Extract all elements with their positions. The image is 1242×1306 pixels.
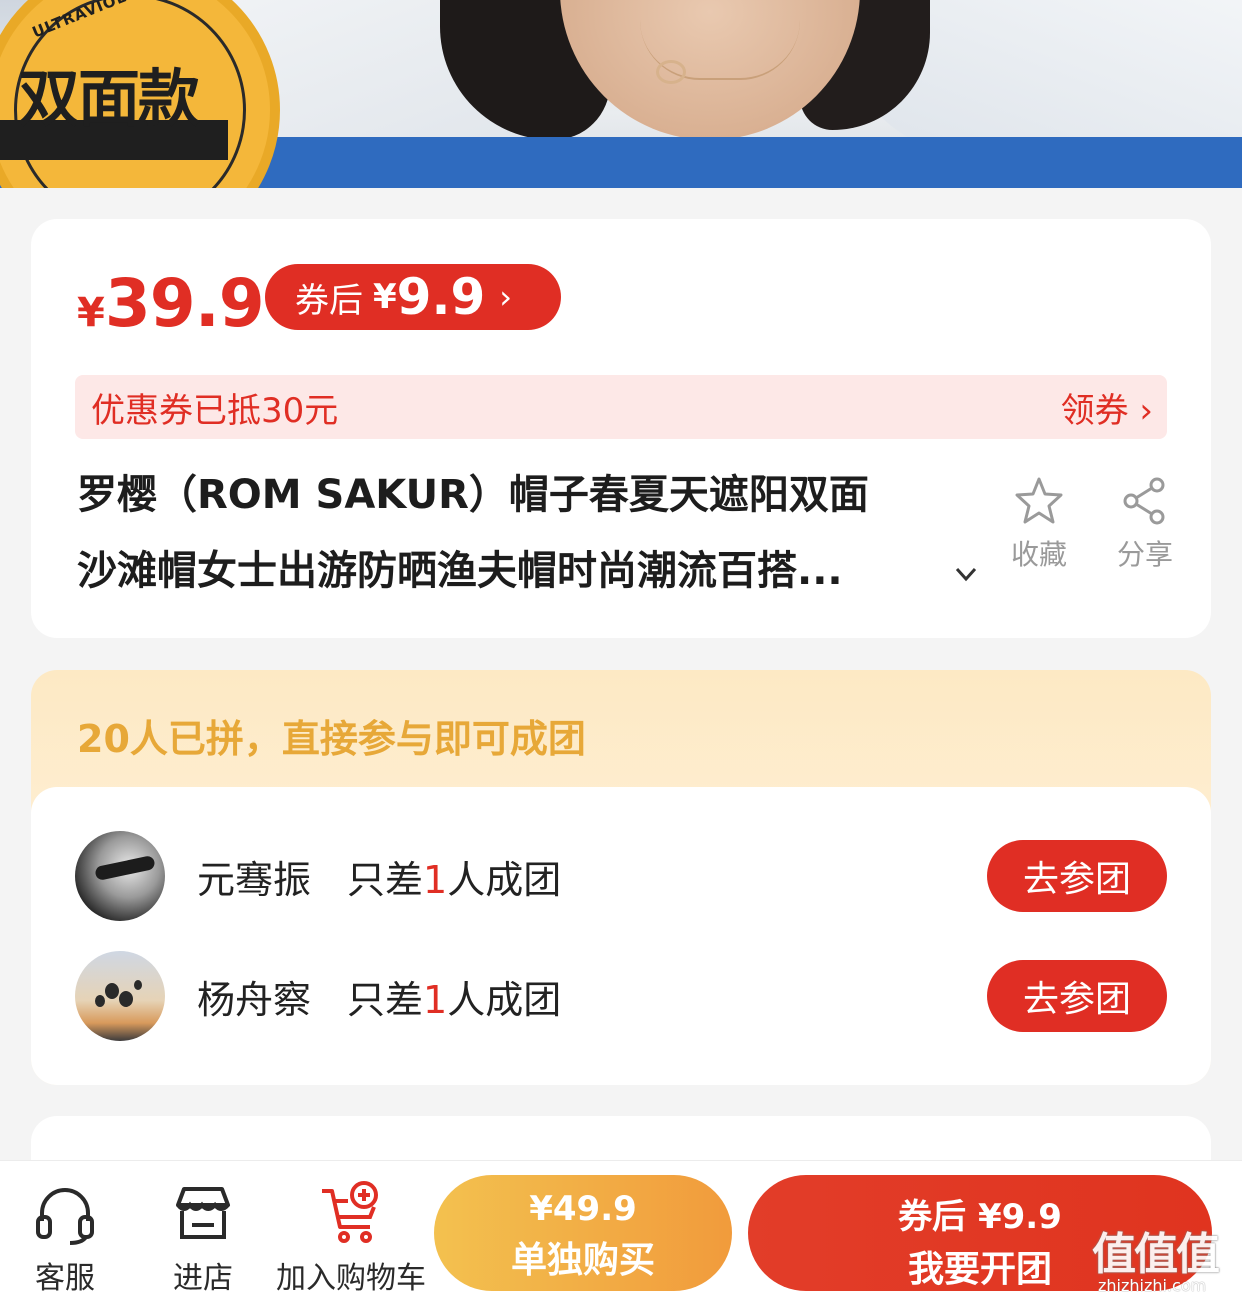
product-title-line-1: 罗樱（ROM SAKUR）帽子春夏天遮阳双面 [77, 472, 869, 518]
coupon-applied-text: 优惠券已抵30元 [91, 390, 339, 431]
join-group-button[interactable]: 去参团 [987, 840, 1167, 912]
star-icon [1015, 477, 1063, 524]
avatar [75, 831, 165, 921]
need-count: 1 [423, 857, 448, 902]
chevron-right-icon: › [499, 278, 513, 316]
coupon-value: 9.9 [396, 268, 486, 326]
product-title-line-2: 沙滩帽女士出游防晒渔夫帽时尚潮流百搭... [77, 548, 843, 594]
headset-icon [36, 1188, 94, 1245]
product-title[interactable]: 罗樱（ROM SAKUR）帽子春夏天遮阳双面 沙滩帽女士出游防晒渔夫帽时尚潮流百… [77, 457, 957, 609]
join-group-button[interactable]: 去参团 [987, 960, 1167, 1032]
share-label: 分享 [1116, 538, 1173, 571]
favorite-button[interactable]: 收藏 [999, 475, 1079, 573]
favorite-label: 收藏 [1010, 538, 1067, 571]
group-row: 元骞振 只差1人成团 去参团 [75, 830, 1167, 922]
customer-service-label: 客服 [35, 1261, 95, 1296]
share-icon [1123, 477, 1165, 525]
share-button[interactable]: 分享 [1105, 475, 1185, 573]
customer-service-button[interactable]: 客服 [32, 1181, 98, 1297]
store-button[interactable]: 进店 [170, 1181, 236, 1297]
need-suffix: 人成团 [447, 857, 562, 902]
product-image[interactable]: ULTRAVIOLET PROTECTION 双面款 [0, 0, 1242, 188]
group-list: 元骞振 只差1人成团 去参团 杨舟察 只差1人成团 去参团 [31, 787, 1211, 1085]
site-watermark: 值值值 [1092, 1229, 1220, 1280]
buy-alone-button[interactable]: ¥49.9 单独购买 [434, 1175, 732, 1291]
price-value: 39.9 [104, 265, 265, 342]
need-prefix: 只差 [347, 857, 424, 902]
chevron-down-icon[interactable] [951, 559, 981, 589]
store-label: 进店 [173, 1261, 233, 1296]
coupon-label: 券后 [295, 280, 363, 321]
need-count: 1 [423, 977, 448, 1022]
badge-title: 双面款 [18, 62, 200, 135]
store-icon [176, 1187, 230, 1239]
cart-plus-icon [322, 1181, 378, 1243]
group-buy-card: 20人已拼，直接参与即可成团 元骞振 只差1人成团 去参团 杨舟察 只差1人成团… [31, 670, 1211, 1085]
group-row: 杨舟察 只差1人成团 去参团 [75, 950, 1167, 1042]
avatar [75, 951, 165, 1041]
pendant [656, 60, 686, 84]
coupon-price-pill[interactable]: 券后 ¥ 9.9 › [265, 264, 561, 330]
uv-badge: ULTRAVIOLET PROTECTION 双面款 [0, 0, 280, 188]
add-to-cart-button[interactable]: 加入购物车 [276, 1181, 426, 1297]
group-leader-name: 杨舟察 [197, 977, 312, 1022]
price: ¥39.9 [77, 265, 265, 342]
coupon-currency: ¥ [373, 277, 397, 317]
solo-price: ¥49.9 [529, 1189, 637, 1229]
claim-coupon-link[interactable]: 领券 › [1061, 383, 1153, 432]
need-prefix: 只差 [347, 977, 424, 1022]
coupon-bar[interactable]: 优惠券已抵30元 领券 › [75, 375, 1167, 439]
site-watermark-url: zhizhizhi.com [1098, 1276, 1207, 1295]
group-leader-name: 元骞振 [197, 857, 312, 902]
group-header: 20人已拼，直接参与即可成团 [77, 717, 586, 761]
solo-label: 单独购买 [510, 1240, 655, 1281]
add-to-cart-label: 加入购物车 [276, 1261, 426, 1296]
price-currency: ¥ [77, 290, 105, 336]
need-suffix: 人成团 [447, 977, 562, 1022]
group-need-text: 只差1人成团 [347, 969, 561, 1024]
price-card: ¥39.9 券后 ¥ 9.9 › 优惠券已抵30元 领券 › 罗樱（ROM SA… [31, 219, 1211, 638]
group-need-text: 只差1人成团 [347, 849, 561, 904]
bottom-action-bar: 客服 进店 加入购物车 ¥49.9 单独购买 券后 ¥9.9 我要开团 [0, 1160, 1242, 1306]
